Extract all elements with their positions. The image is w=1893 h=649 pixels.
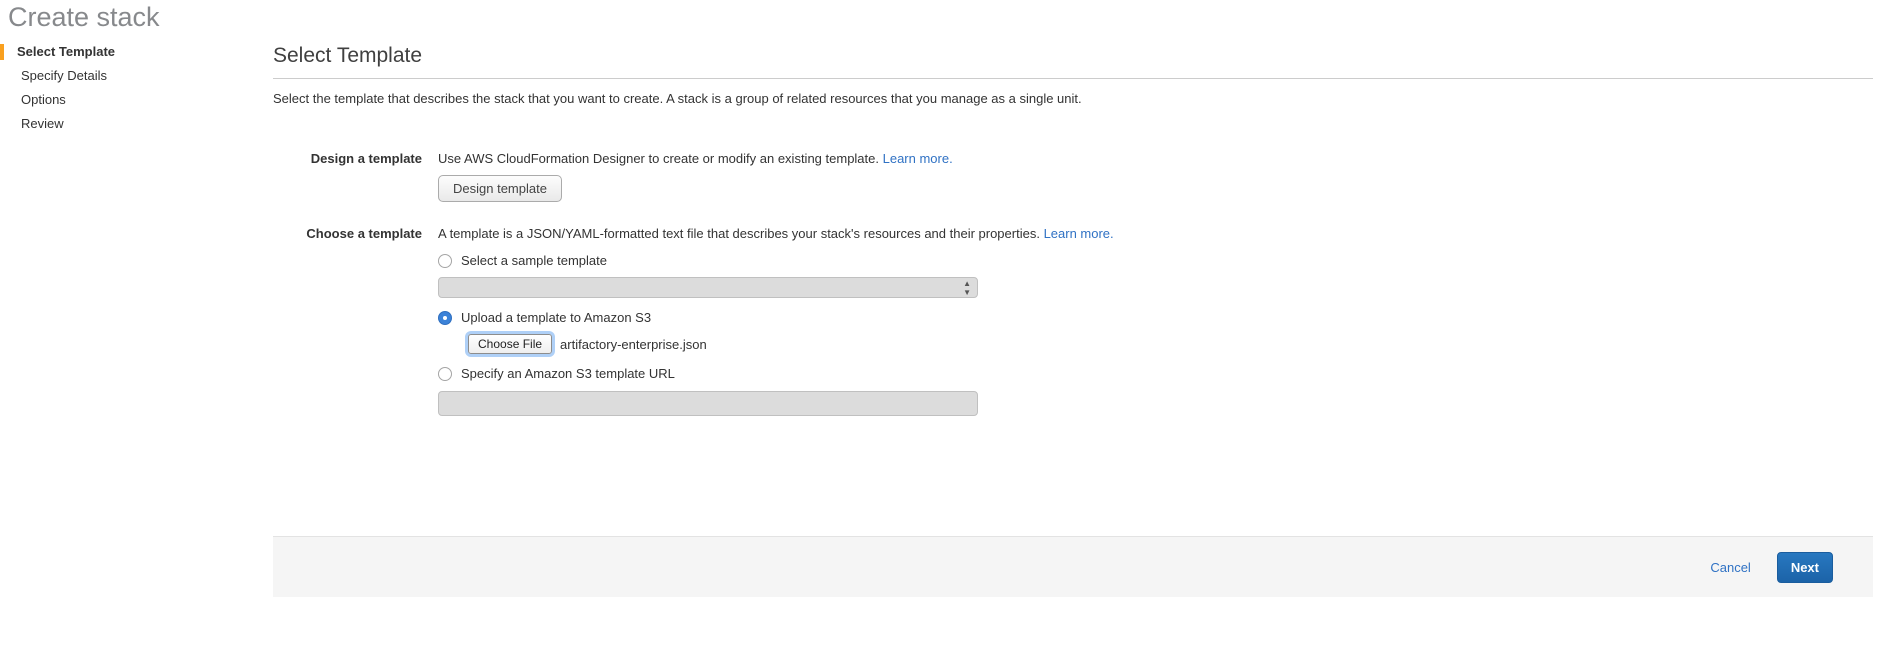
sidebar-item-select-template[interactable]: Select Template — [0, 44, 250, 60]
choose-learn-more-link[interactable]: Learn more. — [1044, 226, 1114, 241]
file-upload-row: Choose File artifactory-enterprise.json — [468, 334, 1114, 354]
radio-icon-upload-s3[interactable] — [438, 311, 452, 325]
main-content: Select Template Select the template that… — [273, 44, 1873, 106]
design-learn-more-link[interactable]: Learn more. — [883, 151, 953, 166]
radio-label-s3-url: Specify an Amazon S3 template URL — [461, 366, 675, 381]
wizard-steps-sidebar: Select Template Specify Details Options … — [0, 44, 250, 140]
choose-description-text: A template is a JSON/YAML-formatted text… — [438, 226, 1044, 241]
design-template-label: Design a template — [273, 149, 422, 166]
choose-file-button[interactable]: Choose File — [468, 334, 552, 354]
design-template-description: Use AWS CloudFormation Designer to creat… — [438, 149, 953, 166]
next-button[interactable]: Next — [1777, 552, 1833, 583]
cancel-button[interactable]: Cancel — [1710, 560, 1750, 575]
radio-option-upload-s3[interactable]: Upload a template to Amazon S3 — [438, 310, 1114, 325]
intro-text: Select the template that describes the s… — [273, 91, 1873, 106]
select-stepper-icon: ▲▼ — [963, 279, 971, 297]
page-title: Create stack — [8, 0, 160, 34]
radio-icon-sample-template[interactable] — [438, 254, 452, 268]
choose-template-row: Choose a template A template is a JSON/Y… — [273, 224, 1114, 416]
radio-label-sample-template: Select a sample template — [461, 253, 607, 268]
wizard-footer: Cancel Next — [273, 536, 1873, 597]
radio-option-sample-template[interactable]: Select a sample template — [438, 253, 1114, 268]
sidebar-item-review[interactable]: Review — [0, 116, 250, 132]
radio-option-s3-url[interactable]: Specify an Amazon S3 template URL — [438, 366, 1114, 381]
s3-template-url-input[interactable] — [438, 391, 978, 416]
uploaded-file-name: artifactory-enterprise.json — [560, 337, 707, 352]
choose-template-label: Choose a template — [273, 224, 422, 241]
sample-template-select[interactable]: ▲▼ — [438, 277, 978, 298]
choose-template-description: A template is a JSON/YAML-formatted text… — [438, 224, 1114, 241]
radio-label-upload-s3: Upload a template to Amazon S3 — [461, 310, 651, 325]
design-description-text: Use AWS CloudFormation Designer to creat… — [438, 151, 883, 166]
design-template-row: Design a template Use AWS CloudFormation… — [273, 149, 953, 202]
heading-divider — [273, 78, 1873, 79]
sidebar-item-specify-details[interactable]: Specify Details — [0, 68, 250, 84]
radio-icon-s3-url[interactable] — [438, 367, 452, 381]
sidebar-item-options[interactable]: Options — [0, 92, 250, 108]
section-heading: Select Template — [273, 44, 1873, 68]
design-template-button[interactable]: Design template — [438, 175, 562, 202]
